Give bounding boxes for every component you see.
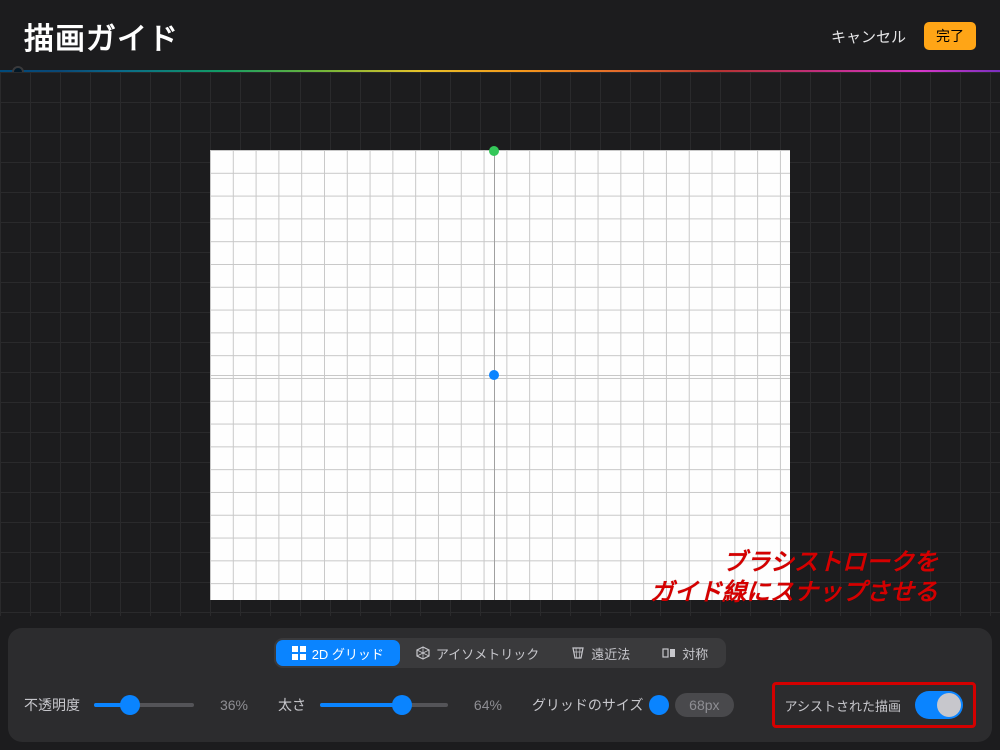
guide-mode-segment: 2D グリッド アイソメトリック 遠近法 対称 (274, 638, 727, 668)
segment-isometric[interactable]: アイソメトリック (400, 640, 555, 666)
assisted-drawing-toggle-knob (937, 693, 961, 717)
thickness-slider-knob[interactable] (392, 695, 412, 715)
page-title: 描画ガイド (24, 14, 179, 58)
opacity-value: 36% (208, 697, 248, 713)
grid-handle-center[interactable] (489, 370, 499, 380)
segment-perspective-label: 遠近法 (591, 644, 630, 663)
grid-size-value[interactable]: 68px (675, 693, 733, 717)
grid-size-slider[interactable] (658, 703, 662, 707)
opacity-slider-group: 不透明度 36% (24, 695, 248, 715)
segment-symmetry-label: 対称 (682, 644, 708, 663)
drawing-canvas[interactable] (210, 150, 790, 600)
grid-size-label: グリッドのサイズ (532, 695, 644, 715)
thickness-value: 64% (462, 697, 502, 713)
segment-perspective[interactable]: 遠近法 (555, 640, 646, 666)
isometric-icon (416, 646, 430, 660)
segment-isometric-label: アイソメトリック (436, 644, 539, 663)
header-actions: キャンセル 完了 (831, 22, 976, 50)
thickness-label: 太さ (278, 695, 306, 715)
opacity-label: 不透明度 (24, 695, 80, 715)
symmetry-icon (662, 646, 676, 660)
assisted-drawing-box: アシストされた描画 (772, 682, 976, 728)
controls-panel: 2D グリッド アイソメトリック 遠近法 対称 (8, 628, 992, 742)
perspective-icon (571, 646, 585, 660)
assisted-drawing-toggle[interactable] (915, 691, 963, 719)
thickness-slider-group: 太さ 64% (278, 695, 502, 715)
segment-symmetry[interactable]: 対称 (646, 640, 724, 666)
canvas-area: ブラシストロークを ガイド線にスナップさせる (0, 72, 1000, 616)
annotation-text: ブラシストロークを ガイド線にスナップさせる (650, 548, 938, 608)
sliders-row: 不透明度 36% 太さ 64% グリッドのサイズ 68px アシストさ (24, 682, 976, 728)
guide-mode-segment-row: 2D グリッド アイソメトリック 遠近法 対称 (24, 638, 976, 668)
opacity-slider[interactable] (94, 703, 194, 707)
grid-size-slider-group: グリッドのサイズ 68px (532, 693, 734, 717)
thickness-slider-fill (320, 703, 402, 707)
grid-2d-icon (292, 646, 306, 660)
annotation-line-2: ガイド線にスナップさせる (650, 578, 938, 608)
cancel-button[interactable]: キャンセル (831, 26, 906, 47)
header-bar: 描画ガイド キャンセル 完了 (0, 0, 1000, 72)
thickness-slider[interactable] (320, 703, 448, 707)
done-button[interactable]: 完了 (924, 22, 976, 50)
assisted-drawing-label: アシストされた描画 (785, 696, 901, 715)
grid-handle-top[interactable] (489, 146, 499, 156)
annotation-line-1: ブラシストロークを (650, 548, 938, 578)
grid-size-slider-knob[interactable] (649, 695, 669, 715)
segment-2d-grid-label: 2D グリッド (312, 644, 384, 663)
segment-2d-grid[interactable]: 2D グリッド (276, 640, 400, 666)
opacity-slider-knob[interactable] (120, 695, 140, 715)
canvas-axis-horizontal (210, 375, 790, 376)
